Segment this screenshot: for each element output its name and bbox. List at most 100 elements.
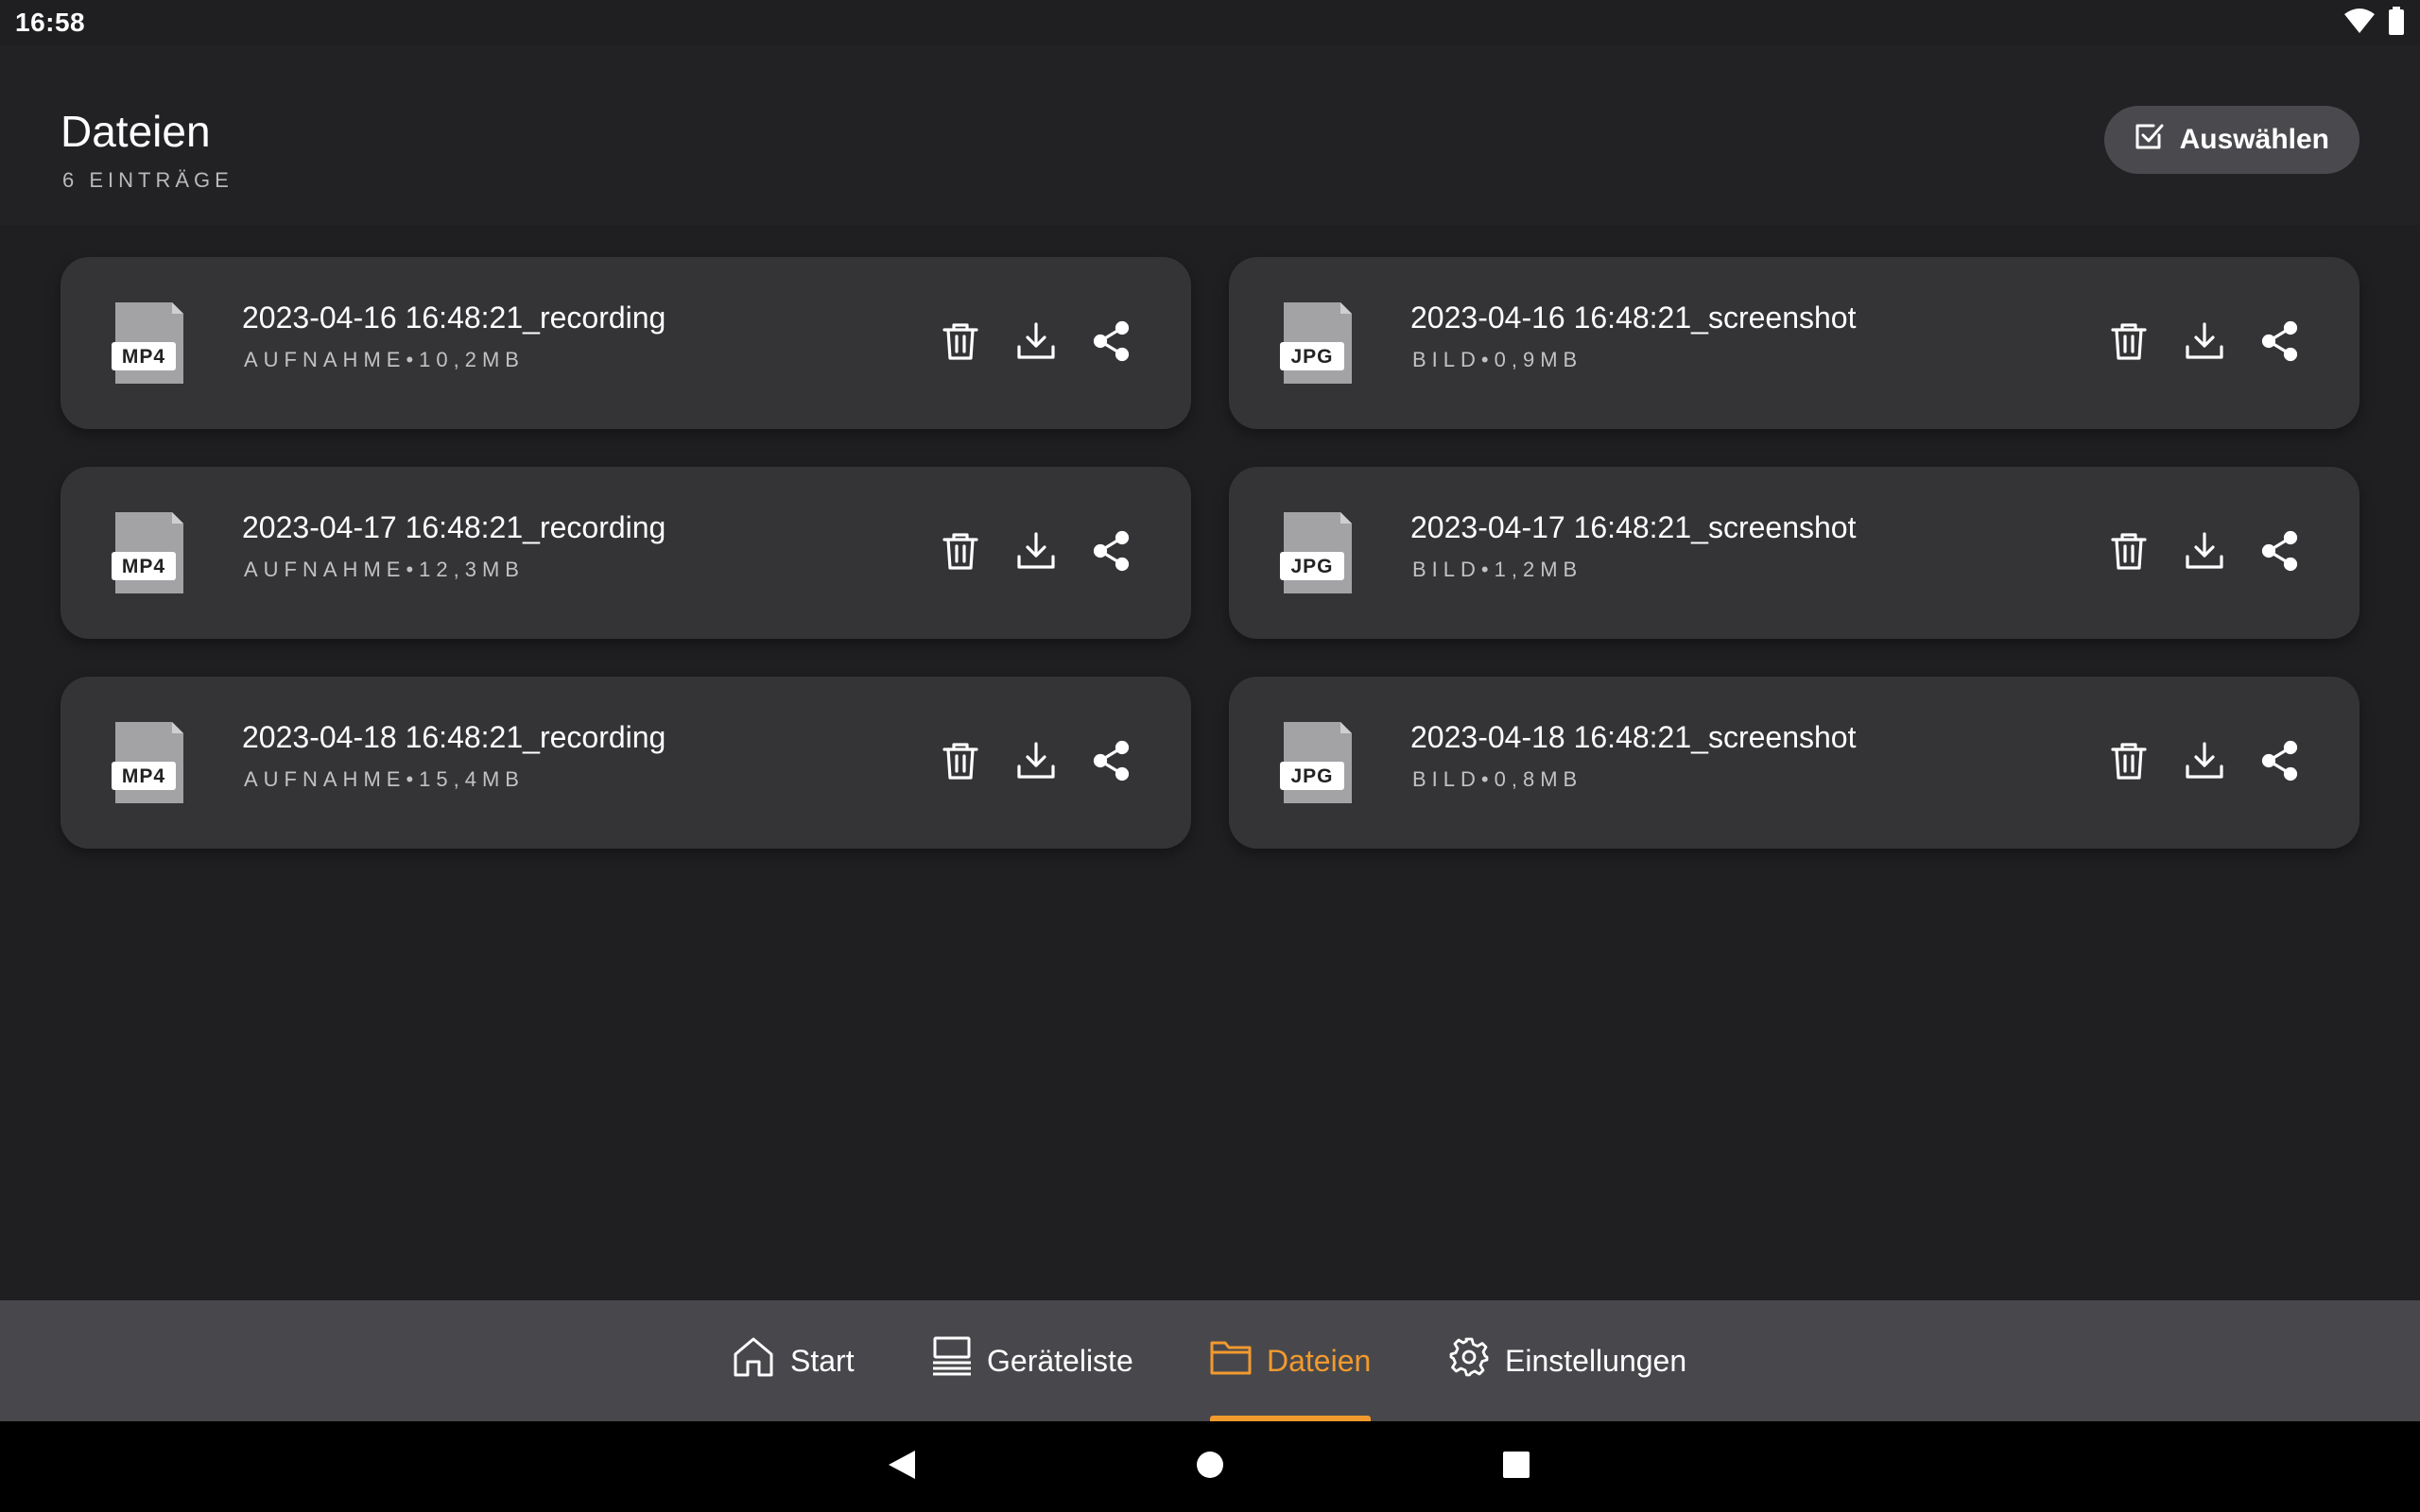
file-name: 2023-04-16 16:48:21_screenshot bbox=[1410, 301, 1857, 335]
share-button[interactable] bbox=[2252, 524, 2308, 581]
file-type-icon: MP4 bbox=[112, 302, 183, 384]
gear-icon bbox=[1448, 1336, 1490, 1385]
nav-item-devices[interactable]: Geräteliste bbox=[932, 1300, 1133, 1421]
share-button[interactable] bbox=[1083, 524, 1140, 581]
device-list-icon bbox=[932, 1336, 972, 1385]
system-navigation-bar bbox=[0, 1421, 2420, 1512]
svg-text:MP4: MP4 bbox=[122, 346, 165, 368]
file-name: 2023-04-18 16:48:21_recording bbox=[242, 720, 666, 754]
download-button[interactable] bbox=[2176, 524, 2233, 581]
file-type-icon: MP4 bbox=[112, 722, 183, 803]
nav-label-start: Start bbox=[790, 1343, 855, 1378]
file-type-icon: JPG bbox=[1280, 512, 1352, 593]
share-icon bbox=[2259, 740, 2301, 786]
file-meta: BILD•0,8MB bbox=[1412, 767, 1583, 791]
file-actions bbox=[932, 524, 1140, 581]
file-actions bbox=[2100, 315, 2308, 371]
share-icon bbox=[1091, 320, 1132, 367]
delete-button[interactable] bbox=[932, 524, 989, 581]
recents-button[interactable] bbox=[1478, 1421, 1554, 1512]
file-card[interactable]: MP4 2023-04-18 16:48:21_recording AUFNAH… bbox=[60, 677, 1191, 849]
share-icon bbox=[1091, 530, 1132, 576]
trash-icon bbox=[2108, 740, 2150, 786]
page-header: Dateien 6 EINTRÄGE Auswählen bbox=[0, 45, 2420, 225]
file-name: 2023-04-16 16:48:21_recording bbox=[242, 301, 666, 335]
nav-label-files: Dateien bbox=[1267, 1343, 1372, 1378]
file-card[interactable]: MP4 2023-04-16 16:48:21_recording AUFNAH… bbox=[60, 257, 1191, 429]
file-type-icon: JPG bbox=[1280, 302, 1352, 384]
back-button[interactable] bbox=[864, 1421, 940, 1512]
recents-square-icon bbox=[1502, 1451, 1530, 1484]
file-actions bbox=[2100, 524, 2308, 581]
file-card[interactable]: JPG 2023-04-18 16:48:21_screenshot BILD•… bbox=[1229, 677, 2360, 849]
svg-text:JPG: JPG bbox=[1290, 765, 1333, 787]
nav-item-start[interactable]: Start bbox=[732, 1300, 855, 1421]
file-meta: BILD•0,9MB bbox=[1412, 348, 1583, 371]
svg-text:MP4: MP4 bbox=[122, 765, 165, 787]
share-icon bbox=[2259, 320, 2301, 367]
file-meta: BILD•1,2MB bbox=[1412, 558, 1583, 581]
share-icon bbox=[1091, 740, 1132, 786]
status-icons bbox=[2344, 6, 2405, 40]
trash-icon bbox=[940, 740, 981, 786]
file-card[interactable]: MP4 2023-04-17 16:48:21_recording AUFNAH… bbox=[60, 467, 1191, 639]
file-grid: MP4 2023-04-16 16:48:21_recording AUFNAH… bbox=[60, 257, 2360, 849]
file-card[interactable]: JPG 2023-04-17 16:48:21_screenshot BILD•… bbox=[1229, 467, 2360, 639]
download-icon bbox=[1015, 530, 1057, 576]
home-icon bbox=[732, 1335, 775, 1386]
file-type-icon: MP4 bbox=[112, 512, 183, 593]
download-button[interactable] bbox=[1008, 524, 1064, 581]
file-type-icon: JPG bbox=[1280, 722, 1352, 803]
file-actions bbox=[2100, 734, 2308, 791]
back-icon bbox=[887, 1449, 917, 1486]
download-icon bbox=[2184, 530, 2225, 576]
page-title: Dateien bbox=[60, 107, 211, 156]
trash-icon bbox=[940, 530, 981, 576]
delete-button[interactable] bbox=[2100, 734, 2157, 791]
share-button[interactable] bbox=[1083, 734, 1140, 791]
file-actions bbox=[932, 315, 1140, 371]
download-icon bbox=[2184, 740, 2225, 786]
svg-text:JPG: JPG bbox=[1290, 556, 1333, 577]
delete-button[interactable] bbox=[2100, 315, 2157, 371]
file-meta: AUFNAHME•12,3MB bbox=[244, 558, 525, 581]
folder-icon bbox=[1210, 1339, 1252, 1383]
delete-button[interactable] bbox=[2100, 524, 2157, 581]
download-icon bbox=[1015, 740, 1057, 786]
trash-icon bbox=[940, 320, 981, 367]
home-button[interactable] bbox=[1172, 1421, 1248, 1512]
share-button[interactable] bbox=[2252, 315, 2308, 371]
checkbox-icon bbox=[2133, 120, 2165, 160]
battery-icon bbox=[2388, 6, 2405, 40]
nav-item-settings[interactable]: Einstellungen bbox=[1448, 1300, 1686, 1421]
select-button-label: Auswählen bbox=[2179, 124, 2329, 155]
nav-label-settings: Einstellungen bbox=[1505, 1343, 1687, 1378]
wifi-icon bbox=[2344, 8, 2375, 38]
file-meta: AUFNAHME•10,2MB bbox=[244, 348, 525, 371]
download-icon bbox=[1015, 320, 1057, 367]
file-name: 2023-04-18 16:48:21_screenshot bbox=[1410, 720, 1857, 754]
nav-item-files[interactable]: Dateien bbox=[1210, 1300, 1372, 1421]
svg-text:MP4: MP4 bbox=[122, 556, 165, 577]
delete-button[interactable] bbox=[932, 315, 989, 371]
file-actions bbox=[932, 734, 1140, 791]
trash-icon bbox=[2108, 530, 2150, 576]
file-card[interactable]: JPG 2023-04-16 16:48:21_screenshot BILD•… bbox=[1229, 257, 2360, 429]
share-button[interactable] bbox=[2252, 734, 2308, 791]
download-button[interactable] bbox=[1008, 315, 1064, 371]
file-name: 2023-04-17 16:48:21_screenshot bbox=[1410, 510, 1857, 544]
download-button[interactable] bbox=[1008, 734, 1064, 791]
download-button[interactable] bbox=[2176, 315, 2233, 371]
download-button[interactable] bbox=[2176, 734, 2233, 791]
download-icon bbox=[2184, 320, 2225, 367]
share-button[interactable] bbox=[1083, 315, 1140, 371]
file-meta: AUFNAHME•15,4MB bbox=[244, 767, 525, 791]
status-time: 16:58 bbox=[15, 8, 86, 37]
bottom-navigation: Start Geräteliste Dateien Einstellungen bbox=[0, 1300, 2420, 1421]
select-button[interactable]: Auswählen bbox=[2103, 106, 2360, 174]
share-icon bbox=[2259, 530, 2301, 576]
nav-label-devices: Geräteliste bbox=[987, 1343, 1133, 1378]
status-bar: 16:58 bbox=[0, 0, 2420, 45]
home-circle-icon bbox=[1195, 1450, 1225, 1485]
delete-button[interactable] bbox=[932, 734, 989, 791]
